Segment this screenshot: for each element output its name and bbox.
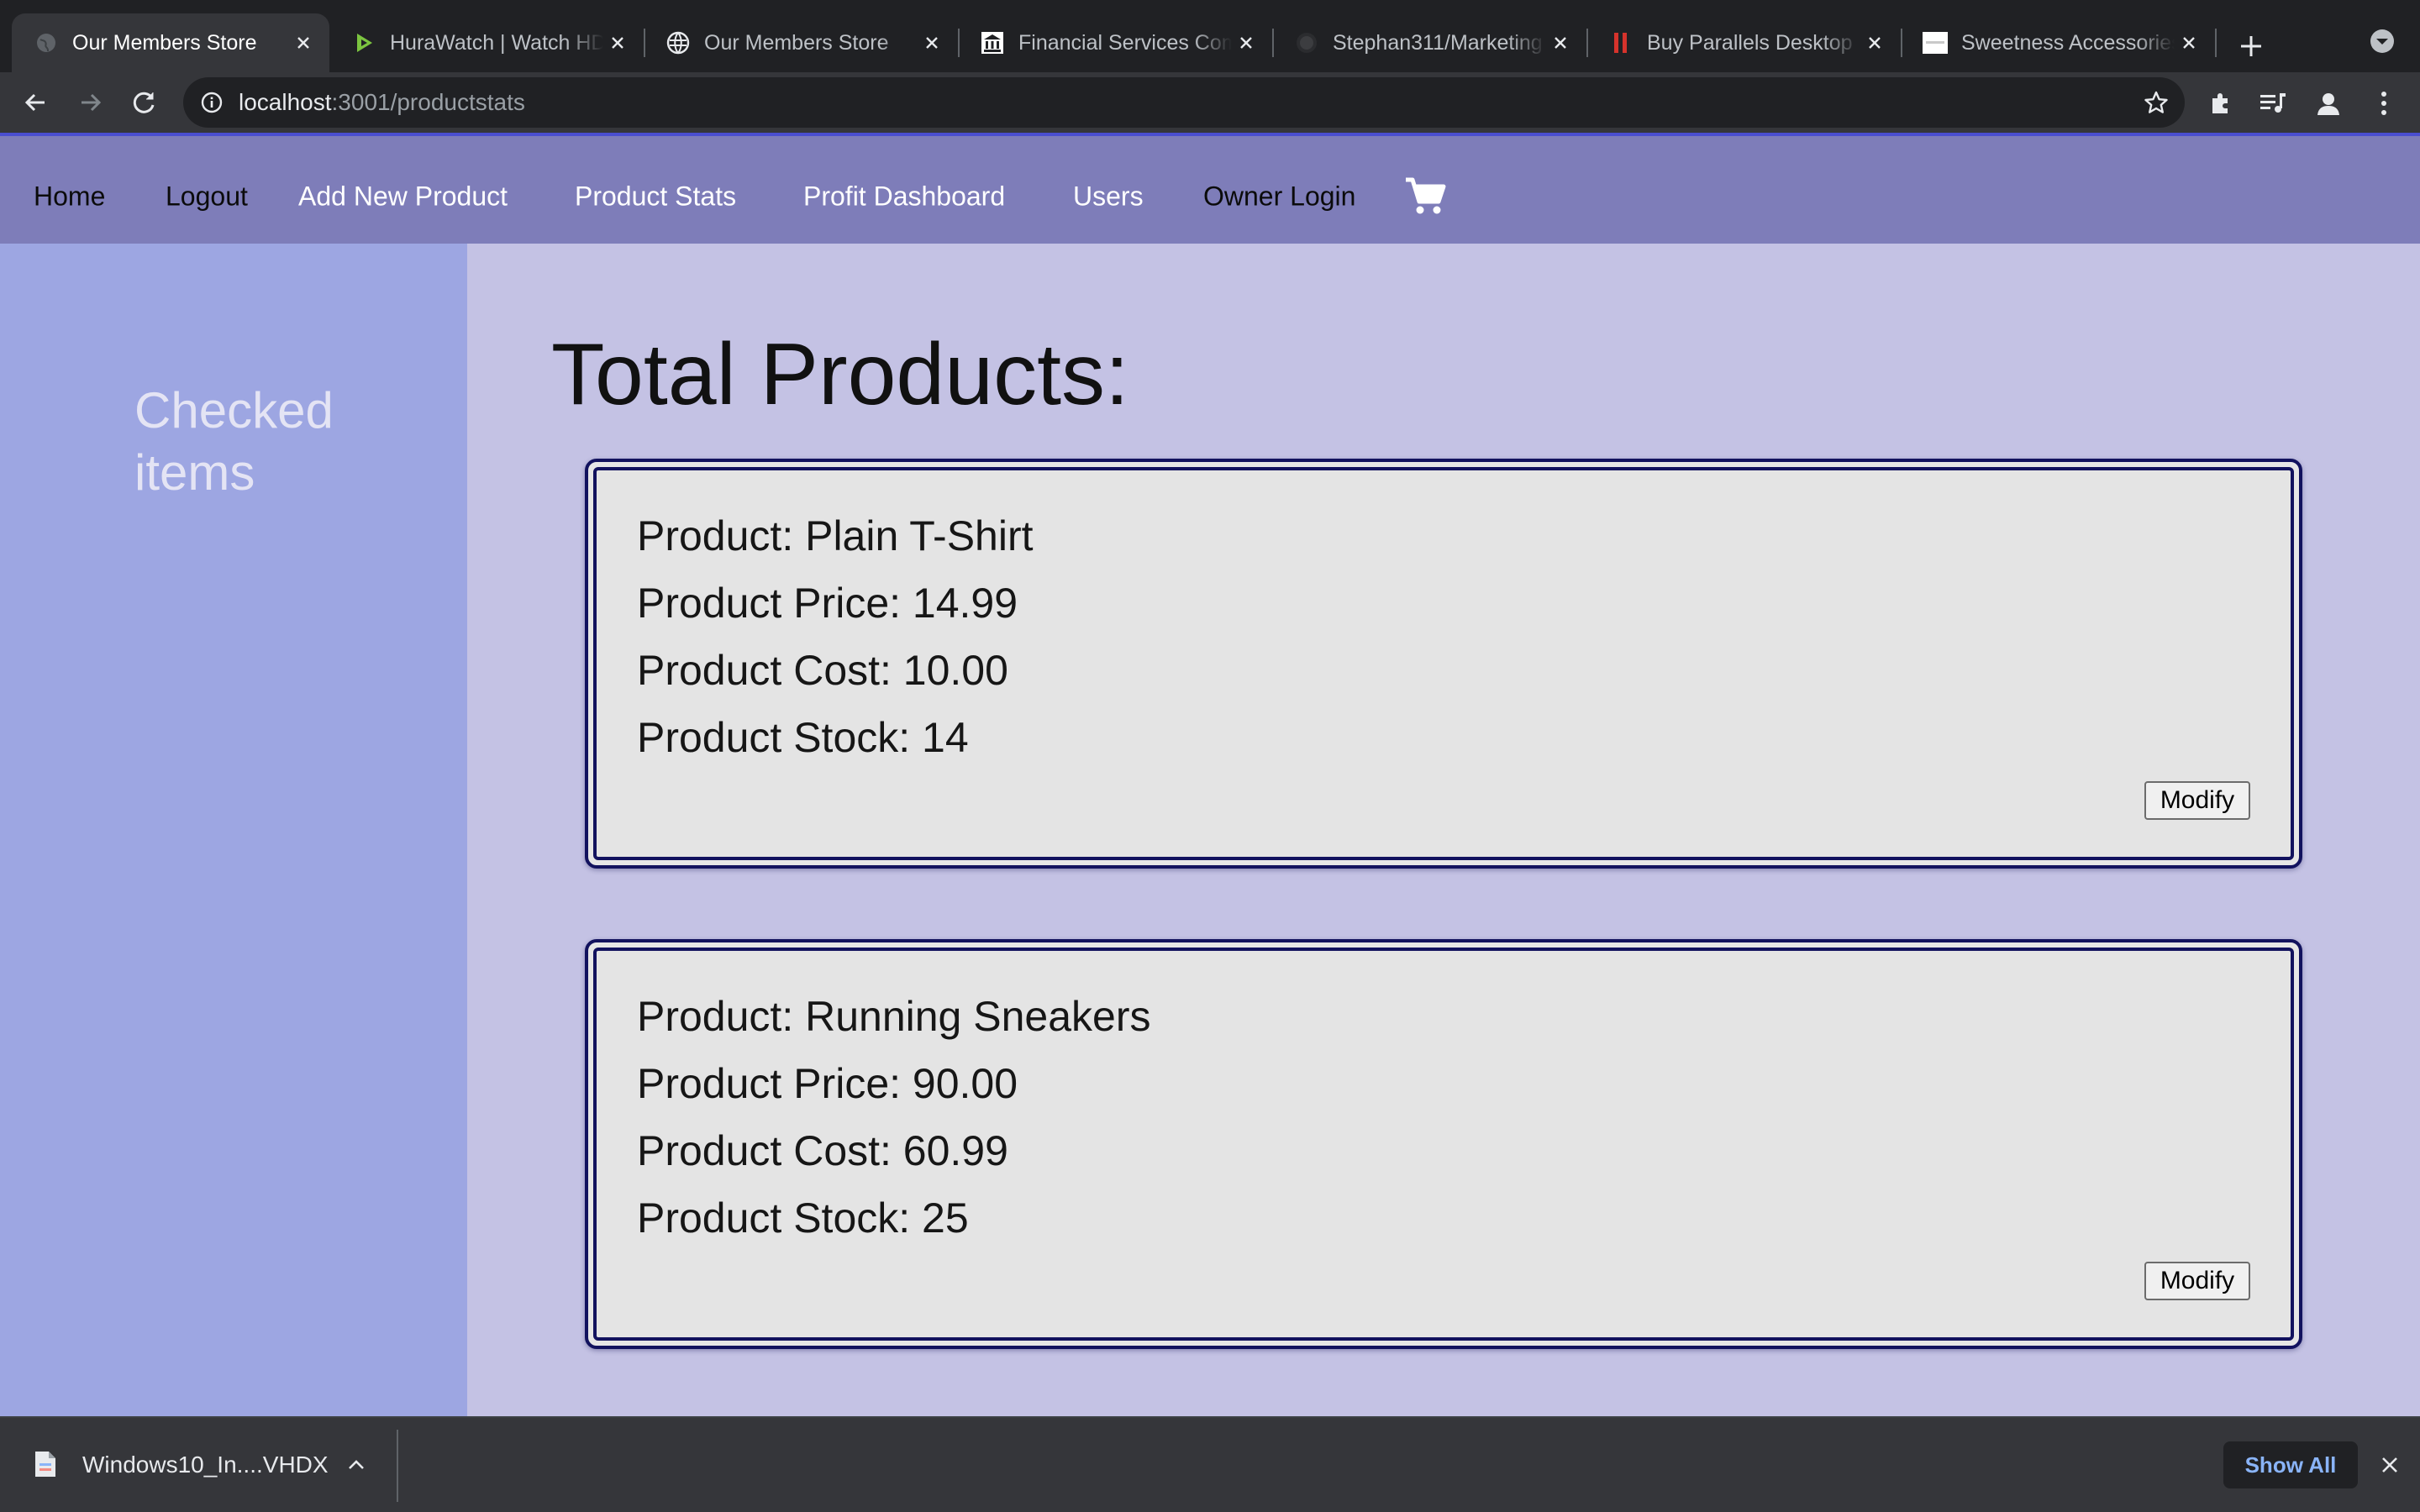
show-all-button[interactable]: Show All bbox=[2223, 1441, 2358, 1488]
nav-product-stats[interactable]: Product Stats bbox=[575, 181, 736, 213]
globe-icon bbox=[666, 30, 691, 55]
tab-sweetness-accessories[interactable]: Sweetness Accessories bbox=[1901, 13, 2215, 72]
back-icon[interactable] bbox=[13, 81, 57, 124]
download-separator bbox=[397, 1430, 398, 1502]
nav-owner-login[interactable]: Owner Login bbox=[1203, 181, 1355, 213]
close-icon[interactable] bbox=[2373, 1448, 2407, 1482]
product-card-inner: Product: Plain T-Shirt Product Price: 14… bbox=[593, 467, 2294, 860]
product-price: Product Price: 90.00 bbox=[637, 1060, 1018, 1107]
browser-toolbar: localhost:3001/productstats bbox=[0, 72, 2420, 133]
tab-title: Financial Services Company bbox=[1018, 30, 1232, 55]
tab-strip: Our Members Store HuraWatch | Watch HD M… bbox=[0, 0, 2420, 72]
profile-icon[interactable] bbox=[2309, 84, 2348, 123]
bookmark-star-icon[interactable] bbox=[2139, 86, 2173, 119]
nav-profit-dashboard[interactable]: Profit Dashboard bbox=[803, 181, 1005, 213]
tab-hurawatch[interactable]: HuraWatch | Watch HD Movies bbox=[329, 13, 644, 72]
sidebar: Checked items bbox=[0, 244, 467, 1416]
url-path: :3001/productstats bbox=[331, 89, 525, 115]
product-name: Product: Running Sneakers bbox=[637, 993, 1151, 1040]
info-icon[interactable] bbox=[195, 86, 229, 119]
globe-icon bbox=[34, 30, 59, 55]
tab-search-icon[interactable] bbox=[2365, 24, 2400, 59]
product-price: Product Price: 14.99 bbox=[637, 580, 1018, 627]
address-bar[interactable]: localhost:3001/productstats bbox=[183, 77, 2185, 128]
forward-icon[interactable] bbox=[69, 81, 113, 124]
product-name: Product: Plain T-Shirt bbox=[637, 512, 1034, 559]
file-icon bbox=[34, 1450, 57, 1478]
tab-github-marketing[interactable]: Stephan311/Marketing bbox=[1272, 13, 1586, 72]
tab-title: Our Members Store bbox=[72, 30, 257, 55]
nav-logout[interactable]: Logout bbox=[166, 181, 248, 213]
cart-icon[interactable] bbox=[1403, 175, 1447, 218]
reload-icon[interactable] bbox=[123, 81, 166, 124]
download-bar: Windows10_In....VHDX Show All bbox=[0, 1416, 2420, 1512]
play-icon bbox=[351, 30, 376, 55]
tab-separator bbox=[2215, 29, 2217, 57]
close-tab-icon[interactable] bbox=[1546, 29, 1575, 57]
extensions-icon[interactable] bbox=[2202, 84, 2240, 123]
product-cost: Product Cost: 10.00 bbox=[637, 647, 1008, 694]
close-tab-icon[interactable] bbox=[918, 29, 946, 57]
tab-our-members-store[interactable]: Our Members Store bbox=[12, 13, 329, 72]
product-card-inner: Product: Running Sneakers Product Price:… bbox=[593, 948, 2294, 1341]
download-file-name[interactable]: Windows10_In....VHDX bbox=[82, 1418, 329, 1512]
tab-title: HuraWatch | Watch HD Movies bbox=[390, 30, 603, 55]
url-host: localhost bbox=[239, 89, 332, 115]
close-tab-icon[interactable] bbox=[1860, 29, 1889, 57]
page-title: Total Products: bbox=[551, 326, 1129, 423]
sidebar-title: Checked items bbox=[134, 382, 334, 501]
modify-button[interactable]: Modify bbox=[2144, 781, 2250, 820]
page-icon bbox=[1923, 30, 1948, 55]
tab-parallels[interactable]: Buy Parallels Desktop bbox=[1586, 13, 1901, 72]
tab-our-members-store-2[interactable]: Our Members Store bbox=[644, 13, 958, 72]
new-tab-icon[interactable] bbox=[2230, 25, 2272, 67]
close-tab-icon[interactable] bbox=[603, 29, 632, 57]
bank-icon bbox=[980, 30, 1005, 55]
tab-title: Our Members Store bbox=[704, 30, 889, 55]
parallels-icon bbox=[1608, 30, 1634, 55]
nav-users[interactable]: Users bbox=[1073, 181, 1144, 213]
tab-title: Buy Parallels Desktop bbox=[1647, 30, 1853, 55]
menu-dots-icon[interactable] bbox=[2365, 84, 2403, 123]
close-tab-icon[interactable] bbox=[2175, 29, 2203, 57]
close-tab-icon[interactable] bbox=[289, 29, 318, 57]
close-tab-icon[interactable] bbox=[1232, 29, 1260, 57]
tab-title: Stephan311/Marketing bbox=[1333, 30, 1543, 55]
nav-add-new-product[interactable]: Add New Product bbox=[298, 181, 508, 213]
chevron-up-icon[interactable] bbox=[341, 1450, 371, 1480]
nav-home[interactable]: Home bbox=[34, 181, 105, 213]
modify-button[interactable]: Modify bbox=[2144, 1262, 2250, 1300]
github-icon bbox=[1294, 30, 1319, 55]
url-text: localhost:3001/productstats bbox=[239, 77, 525, 128]
tab-financial-services[interactable]: Financial Services Company bbox=[958, 13, 1272, 72]
product-stock: Product Stock: 14 bbox=[637, 714, 969, 761]
site-navbar: Home Logout Add New Product Product Stat… bbox=[0, 133, 2420, 244]
product-stock: Product Stock: 25 bbox=[637, 1194, 969, 1242]
product-card: Product: Plain T-Shirt Product Price: 14… bbox=[585, 459, 2302, 869]
product-card: Product: Running Sneakers Product Price:… bbox=[585, 939, 2302, 1349]
tab-title: Sweetness Accessories bbox=[1961, 30, 2175, 55]
media-control-icon[interactable] bbox=[2254, 84, 2292, 123]
product-cost: Product Cost: 60.99 bbox=[637, 1127, 1008, 1174]
